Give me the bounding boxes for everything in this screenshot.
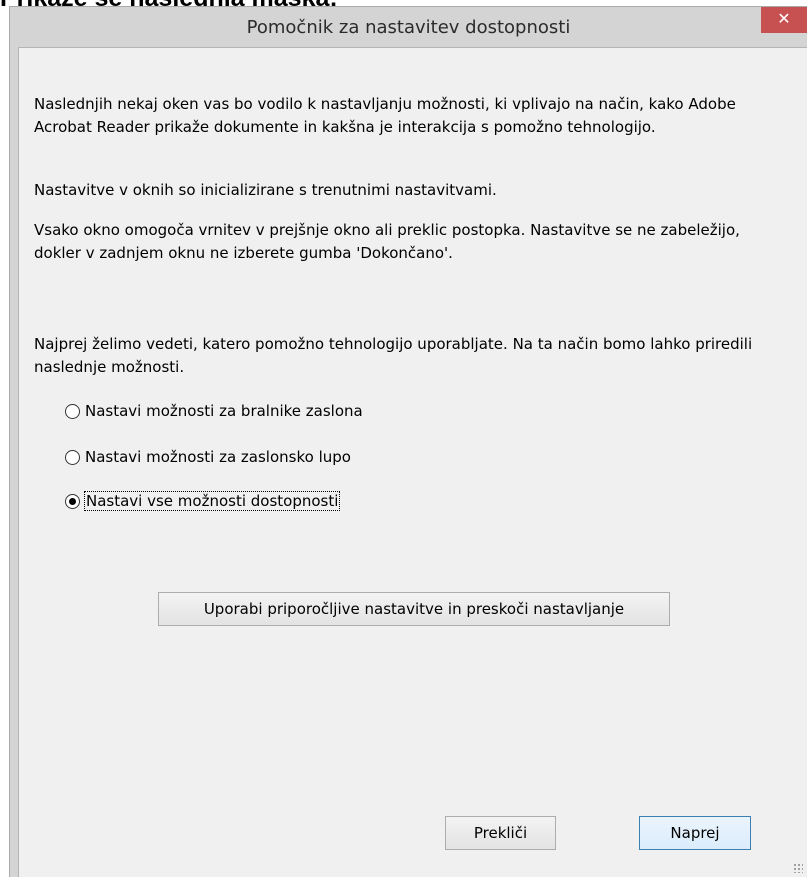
radio-button[interactable] [65, 403, 80, 419]
next-button[interactable]: Naprej [639, 816, 751, 850]
resize-grip-icon[interactable] [793, 863, 803, 873]
radio-option-magnifier[interactable]: Nastavi možnosti za zaslonsko lupo [65, 445, 351, 469]
intro-paragraph-3: Vsako okno omogoča vrnitev v prejšnje ok… [34, 221, 740, 262]
intro-paragraph-2: Nastavitve v oknih so inicializirane s t… [34, 181, 497, 199]
radio-button[interactable] [65, 449, 80, 465]
radio-button-selected[interactable] [65, 493, 80, 509]
radio-option-screen-reader[interactable]: Nastavi možnosti za bralnike zaslona [65, 399, 363, 423]
cancel-button[interactable]: Prekliči [445, 816, 556, 850]
title-bar[interactable]: Pomočnik za nastavitev dostopnosti ✕ [10, 7, 807, 47]
close-icon: ✕ [777, 9, 791, 28]
radio-label: Nastavi vse možnosti dostopnosti [83, 491, 341, 511]
radio-label: Nastavi možnosti za zaslonsko lupo [85, 448, 351, 466]
dialog-content: Naslednjih nekaj oken vas bo vodilo k na… [18, 47, 807, 877]
radio-label: Nastavi možnosti za bralnike zaslona [85, 402, 363, 420]
close-button[interactable]: ✕ [761, 7, 807, 33]
accessibility-setup-dialog: Pomočnik za nastavitev dostopnosti ✕ Nas… [9, 6, 807, 877]
intro-paragraph-1: Naslednjih nekaj oken vas bo vodilo k na… [34, 95, 736, 136]
use-recommended-button[interactable]: Uporabi priporočljive nastavitve in pres… [158, 592, 670, 626]
radio-option-all[interactable]: Nastavi vse možnosti dostopnosti [65, 489, 341, 513]
question-text: Najprej želimo vedeti, katero pomožno te… [34, 335, 753, 376]
window-title: Pomočnik za nastavitev dostopnosti [246, 17, 571, 38]
